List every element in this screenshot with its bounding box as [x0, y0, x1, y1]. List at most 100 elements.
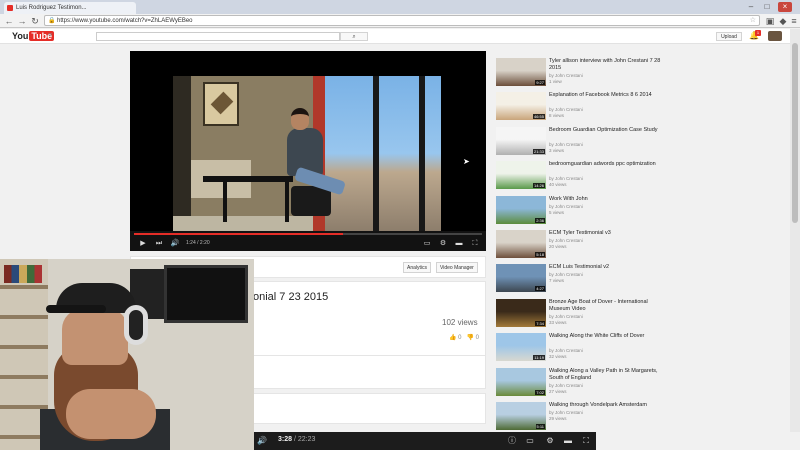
related-videos-sidebar: 9:27 Tyler allison interview with John Cr… — [494, 56, 790, 450]
related-video-item[interactable]: 14:26 bedroomguardian adwords ppc optimiz… — [494, 159, 790, 193]
account-avatar[interactable] — [768, 31, 782, 41]
webcam-overlay — [0, 259, 254, 450]
page-scrollbar[interactable] — [790, 29, 800, 450]
related-video-item[interactable]: 9:27 Tyler allison interview with John Cr… — [494, 56, 790, 90]
related-video-duration: 9:27 — [535, 80, 545, 85]
related-video-title[interactable]: Explanation of Facebook Metrics 8 6 2014 — [549, 92, 661, 99]
related-video-views: 3 views — [549, 147, 565, 153]
guide-menu-icon[interactable]: ≡ — [48, 32, 52, 39]
like-dislike-row: 👍 0 👎 0 — [449, 334, 479, 341]
related-video-title[interactable]: Tyler allison interview with John Cresta… — [549, 58, 661, 72]
related-video-item[interactable]: 5:18 ECM Tyler Testimonial v3 by John Cres… — [494, 228, 790, 262]
captions-icon[interactable]: ▭ — [422, 239, 432, 248]
maximize-icon[interactable]: □ — [760, 2, 774, 12]
related-video-duration: 7:34 — [535, 320, 545, 326]
dislike-count: 0 — [475, 335, 480, 341]
related-video-thumbnail[interactable]: 11:19 — [496, 333, 546, 362]
related-video-thumbnail[interactable]: 7:02 — [496, 367, 546, 396]
related-video-item[interactable]: 5:11 Walking through Vondelpark Amsterdam… — [494, 400, 790, 434]
related-video-thumbnail[interactable]: 2:36 — [496, 195, 546, 224]
minimize-icon[interactable]: – — [744, 2, 758, 12]
related-video-thumbnail[interactable]: 5:18 — [496, 230, 546, 258]
related-video-author: by John Crestani — [549, 410, 583, 415]
scrollbar-thumb[interactable] — [792, 43, 798, 223]
related-video-item[interactable]: 7:34 Bronze Age Boat of Dover - Internati… — [494, 297, 790, 331]
thumbs-down-icon[interactable]: 👎 — [467, 335, 474, 341]
volume-icon[interactable]: 🔊 — [256, 435, 268, 447]
logo-you-text: You — [12, 31, 29, 41]
thumbs-up-icon[interactable]: 👍 — [449, 335, 456, 341]
notification-count-badge: 1 — [755, 30, 761, 36]
related-video-title[interactable]: bedroomguardian adwords ppc optimization — [549, 161, 661, 168]
video-manager-button[interactable]: Video Manager — [436, 262, 478, 273]
related-video-duration: 46:55 — [532, 114, 545, 120]
video-scene-mullion — [419, 76, 425, 231]
player-progress-bar[interactable] — [134, 233, 482, 235]
related-video-views: 7 views — [549, 278, 565, 284]
upload-button[interactable]: Upload — [716, 32, 742, 41]
info-icon[interactable]: ⓘ — [506, 435, 518, 447]
related-video-duration: 5:18 — [535, 252, 545, 257]
close-window-icon[interactable]: × — [778, 2, 792, 12]
related-video-item[interactable]: 21:33 Bedroom Guardian Optimization Case … — [494, 125, 790, 159]
address-bar[interactable]: 🔒 https://www.youtube.com/watch?v=ZhLAEW… — [44, 15, 760, 26]
analytics-button[interactable]: Analytics — [403, 262, 432, 273]
star-icon[interactable]: ☆ — [750, 16, 756, 26]
video-scene-floor — [173, 216, 323, 231]
related-video-duration: 2:36 — [535, 217, 545, 223]
fullscreen-icon[interactable]: ⛶ — [470, 239, 480, 248]
related-video-item[interactable]: 11:19 Walking Along the White Cliffs of D… — [494, 331, 790, 365]
related-video-thumbnail[interactable]: 5:11 — [496, 402, 546, 430]
related-video-thumbnail[interactable]: 46:55 — [496, 92, 546, 121]
related-video-item[interactable]: 4:27 ECM Luis Testimonial v2 by John Crest… — [494, 262, 790, 296]
related-video-title[interactable]: Work With John — [549, 196, 661, 203]
related-video-item[interactable]: 2:36 Work With John by John Crestani 5 view… — [494, 194, 790, 228]
related-video-title[interactable]: Walking Along a Valley Path in St Margar… — [549, 368, 661, 382]
related-video-views: 40 views — [549, 182, 567, 188]
video-scene-head — [291, 108, 309, 130]
related-video-thumbnail[interactable]: 7:34 — [496, 298, 546, 327]
webcam-person-hands — [66, 389, 156, 439]
related-video-title[interactable]: Walking through Vondelpark Amsterdam — [549, 402, 661, 409]
video-player[interactable]: ▶ ⏭ 🔊 1:24 / 2:20 ▭ ⚙ ▬ ⛶ — [130, 51, 486, 251]
recording-current-time: 3:28 — [278, 436, 293, 443]
related-video-item[interactable]: 7:02 Walking Along a Valley Path in St Ma… — [494, 366, 790, 400]
related-video-title[interactable]: ECM Tyler Testimonial v3 — [549, 230, 661, 237]
like-count: 0 — [458, 335, 462, 341]
volume-icon[interactable]: 🔊 — [170, 239, 180, 248]
back-icon[interactable]: ← — [3, 15, 15, 27]
related-video-title[interactable]: Bedroom Guardian Optimization Case Study — [549, 127, 661, 134]
chrome-menu-icon[interactable]: ≡ — [788, 15, 800, 27]
related-video-views: 27 views — [549, 388, 567, 394]
browser-tab[interactable]: Luis Rodriguez Testimon... — [4, 2, 136, 14]
related-video-thumbnail[interactable]: 14:26 — [496, 161, 546, 190]
settings-gear-icon[interactable]: ⚙ — [544, 435, 556, 447]
captions-icon[interactable]: ▭ — [524, 435, 536, 447]
related-video-title[interactable]: ECM Luis Testimonial v2 — [549, 264, 661, 271]
related-video-thumbnail[interactable]: 21:33 — [496, 126, 546, 155]
theater-mode-icon[interactable]: ▬ — [562, 435, 574, 447]
related-video-title[interactable]: Walking Along the White Cliffs of Dover — [549, 333, 661, 340]
related-video-author: by John Crestani — [549, 107, 583, 113]
related-video-thumbnail[interactable]: 9:27 — [496, 58, 546, 86]
video-scene-chair — [291, 186, 331, 216]
player-progress-fill — [134, 233, 343, 235]
next-icon[interactable]: ⏭ — [154, 239, 164, 248]
related-video-item[interactable]: 46:55 Explanation of Facebook Metrics 8 6… — [494, 90, 790, 124]
related-video-title[interactable]: Bronze Age Boat of Dover - International… — [549, 299, 661, 313]
forward-icon[interactable]: → — [16, 15, 28, 27]
search-input[interactable] — [96, 32, 340, 41]
extension-icon[interactable]: ▣ — [764, 15, 776, 27]
related-video-thumbnail[interactable]: 4:27 — [496, 264, 546, 293]
player-time: 1:24 / 2:20 — [186, 240, 210, 246]
fullscreen-icon[interactable]: ⛶ — [580, 435, 592, 447]
play-icon[interactable]: ▶ — [138, 239, 148, 248]
reload-icon[interactable]: ↻ — [29, 15, 41, 27]
webcam-person-face — [62, 309, 128, 365]
settings-gear-icon[interactable]: ⚙ — [438, 239, 448, 248]
related-video-views: 29 views — [549, 416, 567, 421]
related-video-duration: 14:26 — [532, 183, 545, 189]
browser-tab-bar: Luis Rodriguez Testimon... – □ × — [0, 0, 800, 14]
search-button[interactable]: ⌕ — [340, 32, 368, 41]
theater-mode-icon[interactable]: ▬ — [454, 239, 464, 248]
